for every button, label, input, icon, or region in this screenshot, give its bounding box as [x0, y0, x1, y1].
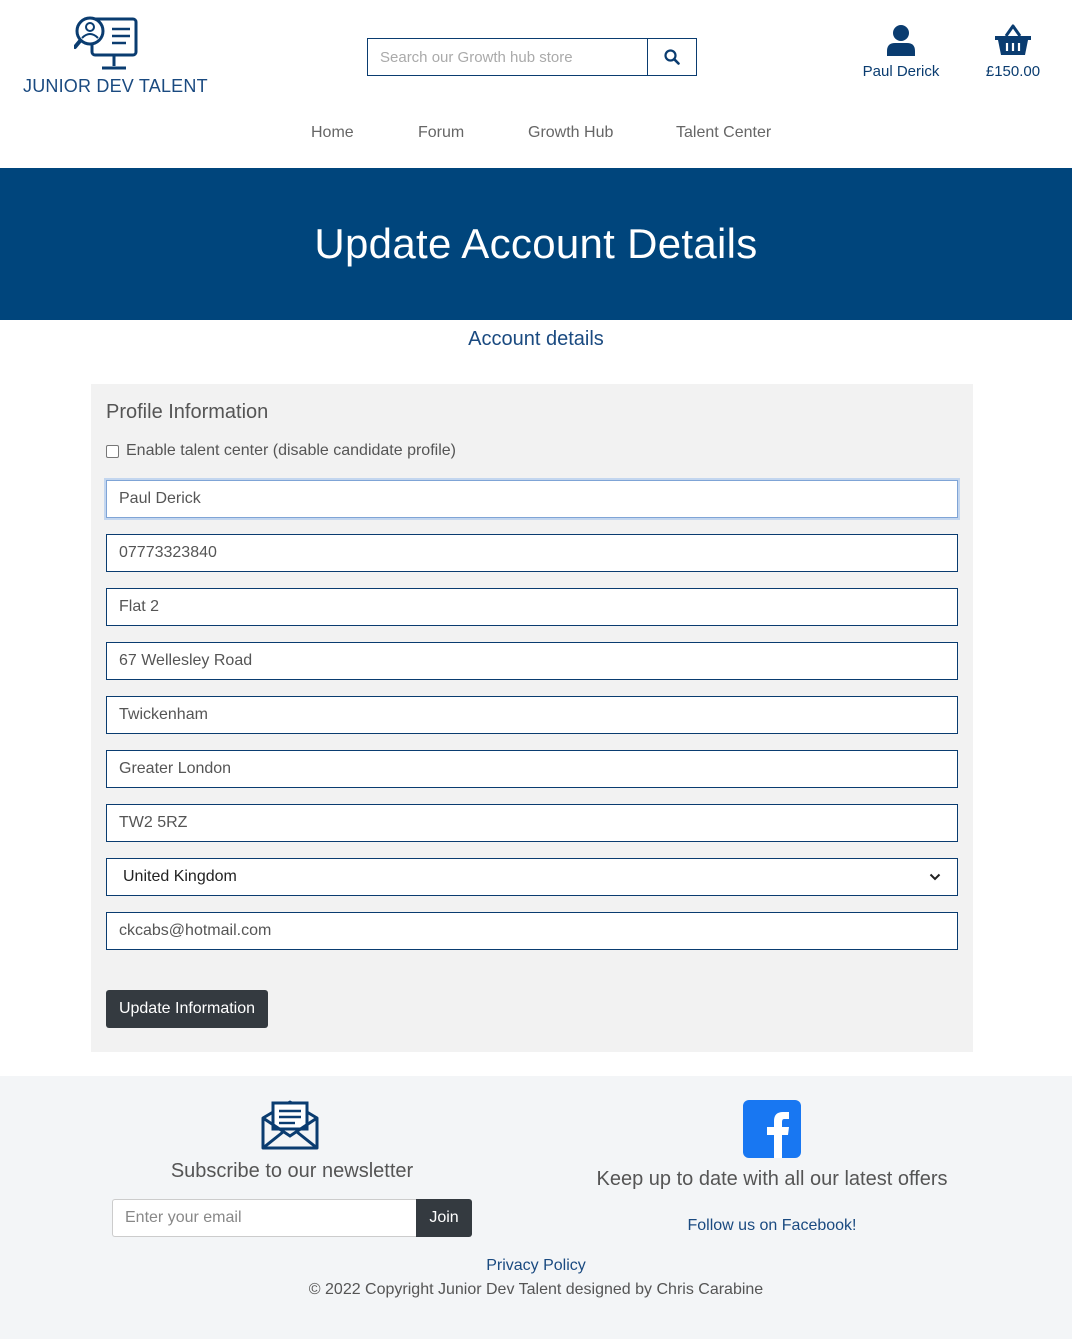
site-header: JUNIOR DEV TALENT Paul Derick £150.00 Ho… [0, 0, 1072, 168]
email-field[interactable] [106, 912, 958, 950]
newsletter-email-input[interactable] [112, 1199, 416, 1237]
county-field[interactable] [106, 750, 958, 788]
nav-item-talent-center[interactable]: Talent Center [676, 124, 771, 142]
main-nav: Home Forum Growth Hub Talent Center [0, 124, 1072, 148]
copyright-text: © 2022 Copyright Junior Dev Talent desig… [308, 1281, 764, 1298]
section-subtitle: Account details [468, 328, 604, 350]
profile-form: Profile Information Enable talent center… [91, 384, 973, 1052]
facebook-icon[interactable] [743, 1100, 801, 1158]
site-footer: Subscribe to our newsletter Join Keep up… [0, 1076, 1072, 1339]
join-button[interactable]: Join [416, 1199, 472, 1237]
nav-item-home[interactable]: Home [311, 124, 354, 142]
account-link[interactable]: Paul Derick [855, 24, 947, 80]
nav-item-growth-hub[interactable]: Growth Hub [528, 124, 613, 142]
talent-search-logo-icon [74, 16, 138, 70]
nav-item-forum[interactable]: Forum [418, 124, 464, 142]
account-name: Paul Derick [862, 63, 940, 80]
profile-title: Profile Information [106, 401, 269, 423]
basket-icon [995, 24, 1031, 55]
search-button[interactable] [647, 39, 696, 75]
privacy-policy-link[interactable]: Privacy Policy [0, 1257, 1072, 1275]
full-name-field[interactable] [106, 480, 958, 518]
newsletter-form: Join [112, 1199, 472, 1237]
chevron-down-icon [929, 873, 941, 881]
search-bar [367, 38, 697, 76]
country-select[interactable]: United Kingdom [106, 858, 958, 896]
talent-center-option: Enable talent center (disable candidate … [106, 442, 456, 460]
phone-field[interactable] [106, 534, 958, 572]
newsletter-envelope-icon [261, 1100, 319, 1155]
basket-link[interactable]: £150.00 [975, 24, 1051, 80]
logo-text: JUNIOR DEV TALENT [23, 76, 208, 96]
page-title: Update Account Details [314, 220, 758, 267]
update-information-button[interactable]: Update Information [106, 990, 268, 1028]
address-line1-field[interactable] [106, 588, 958, 626]
address-line2-field[interactable] [106, 642, 958, 680]
newsletter-title: Subscribe to our newsletter [170, 1160, 414, 1182]
talent-center-checkbox[interactable] [106, 444, 119, 458]
page-banner: Update Account Details [0, 168, 1072, 320]
offers-text: Keep up to date with all our latest offe… [596, 1168, 948, 1190]
basket-total: £150.00 [985, 63, 1041, 80]
user-icon [887, 25, 915, 56]
site-logo[interactable]: JUNIOR DEV TALENT [22, 14, 208, 96]
country-select-value: United Kingdom [123, 868, 237, 885]
talent-center-checkbox-label[interactable]: Enable talent center (disable candidate … [126, 442, 456, 460]
search-icon [664, 49, 680, 65]
town-field[interactable] [106, 696, 958, 734]
postcode-field[interactable] [106, 804, 958, 842]
search-input[interactable] [368, 39, 647, 75]
facebook-link[interactable]: Follow us on Facebook! [572, 1217, 972, 1235]
